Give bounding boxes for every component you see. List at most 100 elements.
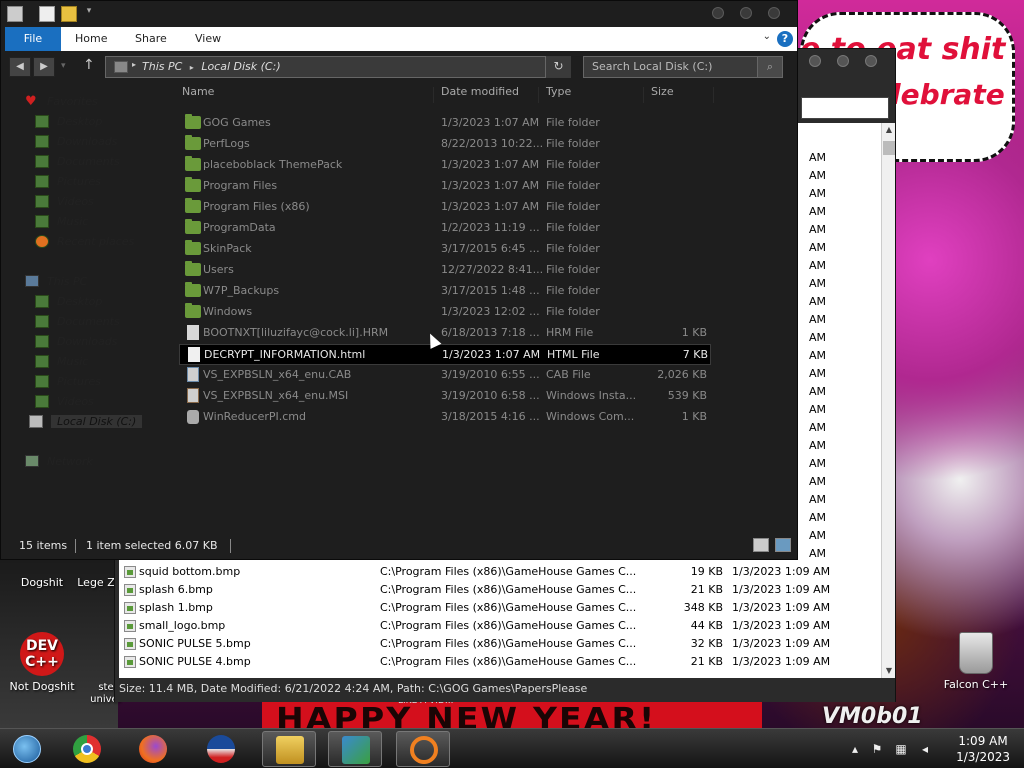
search-result-row[interactable]: SONIC PULSE 4.bmp C:\Program Files (x86)\… (119, 653, 881, 671)
sidebar-item-label: Local Disk (C:) (57, 415, 137, 428)
show-hidden-icons-icon[interactable]: ▴ (848, 742, 862, 756)
sidebar-item-pc-videos[interactable]: Videos (35, 395, 94, 408)
close-icon[interactable] (865, 55, 877, 67)
search-result-row[interactable]: splash 6.bmp C:\Program Files (x86)\GameH… (119, 581, 881, 599)
action-center-flag-icon[interactable]: ⚑ (870, 742, 884, 756)
folder-row[interactable]: SkinPack 3/17/2015 6:45 ... File folder (179, 239, 711, 260)
folder-row[interactable]: W7P_Backups 3/17/2015 1:48 ... File folder (179, 281, 711, 302)
search-result-row[interactable]: splash 1.bmp C:\Program Files (x86)\GameH… (119, 599, 881, 617)
recent-locations-icon[interactable]: ▾ (61, 61, 66, 71)
properties-icon[interactable] (39, 6, 55, 22)
close-icon[interactable] (768, 7, 780, 19)
breadcrumb-this-pc[interactable]: This PC (142, 60, 182, 73)
file-row[interactable]: DECRYPT_INFORMATION.html 1/3/2023 1:07 AM… (179, 344, 711, 365)
network-status-icon[interactable]: ▦ (894, 742, 908, 756)
file-row[interactable]: BOOTNXT[liluzifayc@cock.li].HRM 6/18/2013… (179, 323, 711, 344)
breadcrumb-local-disk[interactable]: Local Disk (C:) (201, 60, 280, 73)
search-input[interactable]: Search Local Disk (C:) (583, 56, 783, 78)
file-explorer-window[interactable]: ▾ File Home Share View ⌄ ? ◀ ▶ ▾ ↑ ▸ Thi… (0, 0, 798, 560)
folder-row[interactable]: GOG Games 1/3/2023 1:07 AM File folder (179, 113, 711, 134)
column-divider[interactable] (713, 87, 714, 103)
tab-home[interactable]: Home (63, 27, 119, 51)
tab-view[interactable]: View (183, 27, 233, 51)
sidebar-item-desktop[interactable]: Desktop (35, 115, 102, 128)
file-row[interactable]: VS_EXPBSLN_x64_enu.CAB 3/19/2010 6:55 ...… (179, 365, 711, 386)
taskbar-search[interactable] (396, 731, 450, 767)
sidebar-item-pc-desktop[interactable]: Desktop (35, 295, 102, 308)
refresh-icon[interactable]: ↻ (545, 56, 571, 78)
folder-row[interactable]: Users 12/27/2022 8:41... File folder (179, 260, 711, 281)
sidebar-item-local-disk[interactable]: Local Disk (C:) (29, 415, 143, 428)
quick-access-dropdown-icon[interactable]: ▾ (81, 6, 97, 22)
large-icons-view-icon[interactable] (775, 538, 791, 552)
sidebar-item-recent-places[interactable]: Recent places (35, 235, 134, 248)
search-icon[interactable]: ⌕ (757, 56, 783, 78)
desktop-icon-not-dogshit[interactable]: DEV C++ Not Dogshit (0, 632, 84, 693)
column-header-size[interactable]: Size (651, 85, 674, 105)
search-result-row[interactable]: SONIC PULSE 5.bmp C:\Program Files (x86)\… (119, 635, 881, 653)
taskbar-explorer[interactable] (262, 731, 316, 767)
column-divider[interactable] (538, 87, 539, 103)
new-folder-icon[interactable] (61, 6, 77, 22)
sidebar-item-downloads[interactable]: Downloads (35, 135, 117, 148)
volume-icon[interactable]: ◂ (918, 742, 932, 756)
address-bar[interactable]: ▸ This PC ▸ Local Disk (C:) (105, 56, 571, 78)
sidebar-network[interactable]: Network (25, 455, 93, 468)
search-result-row[interactable]: squid bottom.bmp C:\Program Files (x86)\G… (119, 563, 881, 581)
minimize-icon[interactable] (809, 55, 821, 67)
folder-row[interactable]: Program Files 1/3/2023 1:07 AM File folder (179, 176, 711, 197)
sidebar-item-documents[interactable]: Documents (35, 155, 120, 168)
sidebar-item-pc-pictures[interactable]: Pictures (35, 375, 101, 388)
folder-row[interactable]: placeboblack ThemePack 1/3/2023 1:07 AM Fi… (179, 155, 711, 176)
sidebar-item-music[interactable]: Music (35, 215, 88, 228)
sidebar-favorites[interactable]: ♥ Favorites (25, 94, 98, 109)
maximize-icon[interactable] (837, 55, 849, 67)
ribbon-expand-icon[interactable]: ⌄ (763, 31, 771, 42)
sidebar-item-pc-documents[interactable]: Documents (35, 315, 120, 328)
sidebar-this-pc[interactable]: This PC (25, 275, 87, 288)
back-search-box[interactable] (801, 97, 889, 119)
column-divider[interactable] (643, 87, 644, 103)
help-icon[interactable]: ? (777, 31, 793, 47)
taskbar-firefox[interactable] (126, 731, 180, 767)
window-icon[interactable] (7, 6, 23, 22)
scroll-up-icon[interactable]: ▲ (882, 123, 896, 137)
maximize-icon[interactable] (740, 7, 752, 19)
taskbar-chrome[interactable] (60, 731, 114, 767)
start-button[interactable] (0, 731, 54, 767)
file-row[interactable]: VS_EXPBSLN_x64_enu.MSI 3/19/2010 6:58 ...… (179, 386, 711, 407)
file-name: GOG Games (203, 116, 271, 129)
titlebar: ▾ (1, 1, 797, 27)
minimize-icon[interactable] (712, 7, 724, 19)
search-result-row[interactable]: small_logo.bmp C:\Program Files (x86)\Gam… (119, 617, 881, 635)
scroll-down-icon[interactable]: ▼ (882, 664, 896, 678)
folder-row[interactable]: ProgramData 1/2/2023 11:19 ... File folder (179, 218, 711, 239)
back-arrow-icon[interactable]: ◀ (9, 57, 31, 77)
tab-file[interactable]: File (5, 27, 61, 51)
scroll-thumb[interactable] (883, 141, 895, 155)
status-divider (230, 539, 231, 553)
sidebar-item-pictures[interactable]: Pictures (35, 175, 101, 188)
column-header-name[interactable]: Name (182, 85, 214, 105)
column-header-type[interactable]: Type (546, 85, 571, 105)
file-date: 1/3/2023 1:07 AM (441, 200, 540, 213)
folder-row[interactable]: Program Files (x86) 1/3/2023 1:07 AM File … (179, 197, 711, 218)
scrollbar[interactable]: ▲ ▼ (881, 123, 895, 678)
taskbar-users[interactable] (328, 731, 382, 767)
taskbar-obama[interactable] (194, 731, 248, 767)
tab-share[interactable]: Share (123, 27, 179, 51)
folder-row[interactable]: PerfLogs 8/22/2013 10:22... File folder (179, 134, 711, 155)
folder-row[interactable]: Windows 1/3/2023 12:02 ... File folder (179, 302, 711, 323)
details-view-icon[interactable] (753, 538, 769, 552)
clock[interactable]: 1:09 AM 1/3/2023 (956, 733, 1010, 765)
file-row[interactable]: WinReducerPI.cmd 3/18/2015 4:16 ... Window… (179, 407, 711, 428)
sidebar-item-videos[interactable]: Videos (35, 195, 94, 208)
column-header-date[interactable]: Date modified (441, 85, 519, 105)
column-divider[interactable] (433, 87, 434, 103)
date-modified-cell: AM (809, 475, 827, 488)
sidebar-item-pc-downloads[interactable]: Downloads (35, 335, 117, 348)
desktop-icon-falcon[interactable]: Falcon C++ (934, 632, 1018, 691)
forward-arrow-icon[interactable]: ▶ (33, 57, 55, 77)
up-arrow-icon[interactable]: ↑ (83, 57, 95, 73)
sidebar-item-pc-music[interactable]: Music (35, 355, 88, 368)
